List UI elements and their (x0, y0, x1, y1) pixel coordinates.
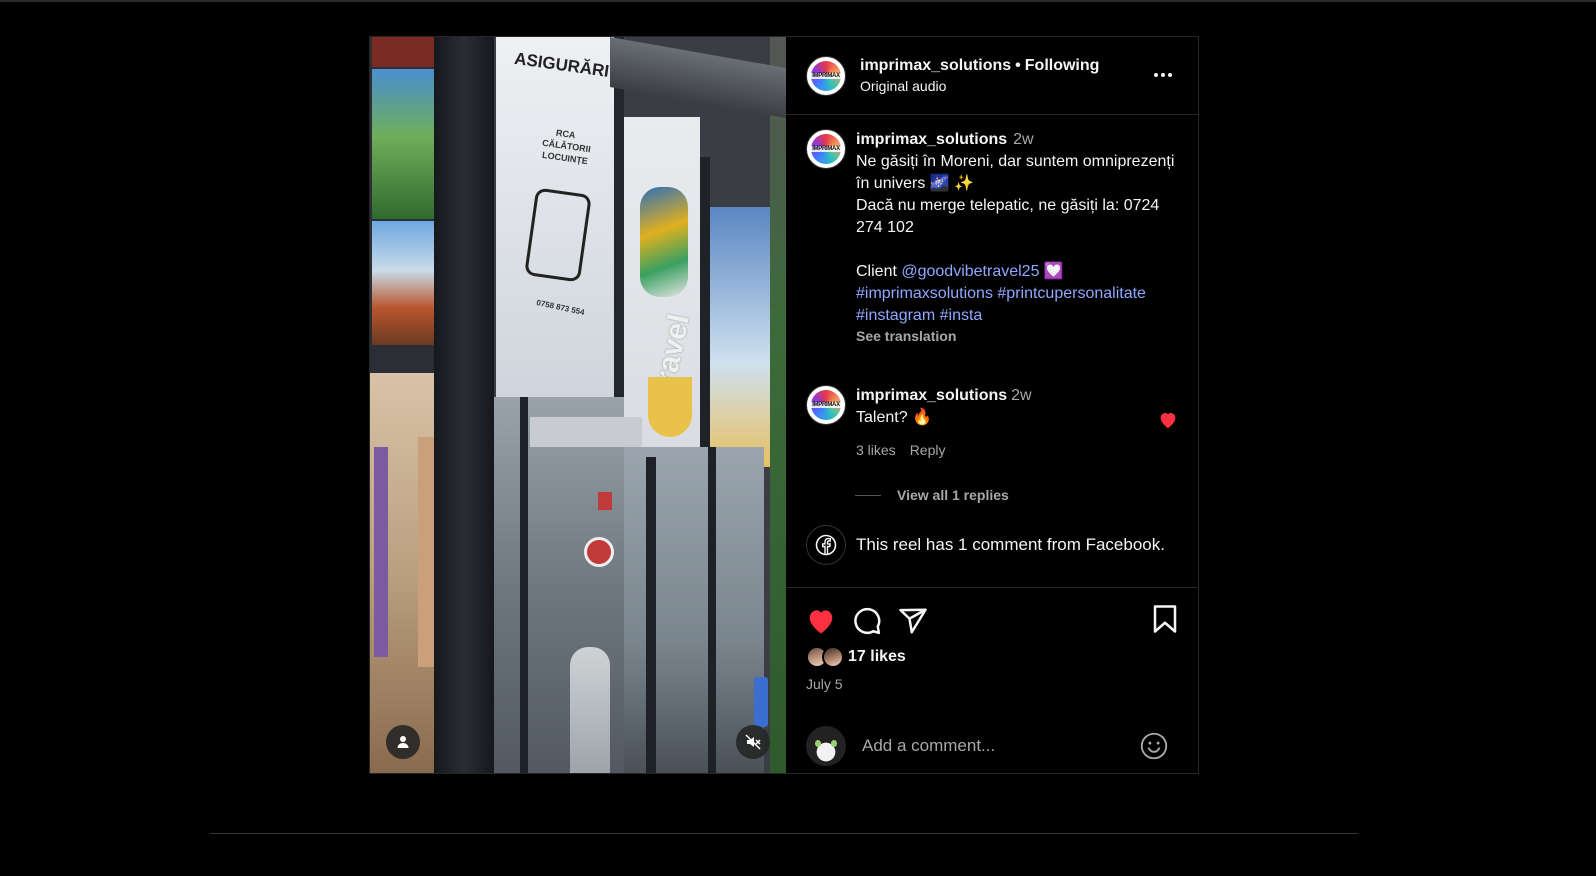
mention-emoji: 💟 (1043, 263, 1064, 280)
comments-section: IMPRIMAX imprimax_solutions 2w Ne găsiți … (786, 115, 1198, 587)
view-replies-button[interactable]: View all 1 replies (855, 487, 1182, 503)
video-frame: ASIGURĂRI RCA CĂLĂTORII LOCUINȚE 0758 87… (370, 37, 786, 773)
post-actions: 17 likes July 5 (786, 587, 1198, 717)
caption-time[interactable]: 2w (1013, 131, 1033, 148)
profile-avatar[interactable]: IMPRIMAX (806, 55, 846, 96)
avatar-logo-text: IMPRIMAX (811, 72, 841, 79)
more-icon[interactable] (1154, 73, 1172, 77)
header-username[interactable]: imprimax_solutions (860, 57, 1011, 74)
comment-time[interactable]: 2w (1011, 387, 1031, 404)
reply-button[interactable]: Reply (910, 442, 946, 458)
header-separator: • (1015, 57, 1021, 74)
comment-icon[interactable] (852, 606, 882, 636)
likes-count[interactable]: 17 likes (848, 648, 906, 666)
comment-text: Talent? 🔥 (856, 409, 932, 426)
mention-link[interactable]: @goodvibetravel25 (901, 263, 1039, 280)
add-comment-bar (786, 717, 1198, 773)
avatar-logo-text: IMPRIMAX (811, 146, 841, 152)
share-icon[interactable] (898, 606, 928, 636)
comment-heart-icon[interactable] (1158, 411, 1178, 429)
post-date[interactable]: July 5 (806, 676, 1178, 692)
comment-likes[interactable]: 3 likes (856, 442, 896, 458)
emoji-icon[interactable] (1140, 732, 1168, 765)
comment-username[interactable]: imprimax_solutions (856, 387, 1007, 404)
post-side-panel: IMPRIMAX imprimax_solutions • Following Or… (786, 37, 1198, 773)
comment: IMPRIMAX imprimax_solutions 2w Talent? 🔥 … (806, 385, 1182, 461)
hashtag-link[interactable]: #instagram (856, 307, 935, 324)
caption-avatar[interactable]: IMPRIMAX (806, 129, 846, 169)
facebook-comments-note: This reel has 1 comment from Facebook. (806, 525, 1182, 565)
client-label: Client (856, 263, 897, 280)
current-user-avatar (806, 725, 846, 766)
heart-icon[interactable] (806, 607, 836, 635)
avatar-logo: IMPRIMAX (811, 60, 841, 91)
reel-video[interactable]: ASIGURĂRI RCA CĂLĂTORII LOCUINȚE 0758 87… (370, 37, 786, 773)
facebook-note-text: This reel has 1 comment from Facebook. (856, 535, 1165, 554)
avatar-logo-text: IMPRIMAX (811, 402, 841, 408)
user-icon (397, 736, 409, 748)
footer-divider (210, 833, 1358, 834)
post-header: IMPRIMAX imprimax_solutions • Following Or… (786, 37, 1198, 115)
comment-avatar[interactable]: IMPRIMAX (806, 385, 846, 425)
hashtag-link[interactable]: #printcupersonalitate (997, 285, 1146, 302)
following-button[interactable]: Following (1025, 57, 1100, 74)
mute-icon (745, 734, 761, 750)
view-replies-label: View all 1 replies (897, 487, 1009, 503)
facebook-icon (806, 525, 846, 565)
caption-line-1: Ne găsiți în Moreni, dar suntem omniprez… (856, 153, 1175, 192)
caption-username[interactable]: imprimax_solutions (856, 131, 1007, 148)
mute-button[interactable] (736, 725, 770, 759)
hashtag-link[interactable]: #insta (940, 307, 983, 324)
bookmark-icon[interactable] (1152, 604, 1178, 639)
tagged-users-button[interactable] (386, 725, 420, 759)
audio-link[interactable]: Original audio (860, 78, 1099, 94)
top-border (0, 0, 1596, 2)
hashtag-link[interactable]: #imprimaxsolutions (856, 285, 993, 302)
see-translation-link[interactable]: See translation (856, 327, 1182, 345)
caption: IMPRIMAX imprimax_solutions 2w Ne găsiți … (806, 129, 1182, 345)
liker-avatar[interactable] (822, 646, 844, 668)
caption-line-2: Dacă nu merge telepatic, ne găsiți la: 0… (856, 197, 1160, 236)
comment-input[interactable] (862, 735, 1132, 756)
post-modal: ASIGURĂRI RCA CĂLĂTORII LOCUINȚE 0758 87… (369, 36, 1199, 774)
